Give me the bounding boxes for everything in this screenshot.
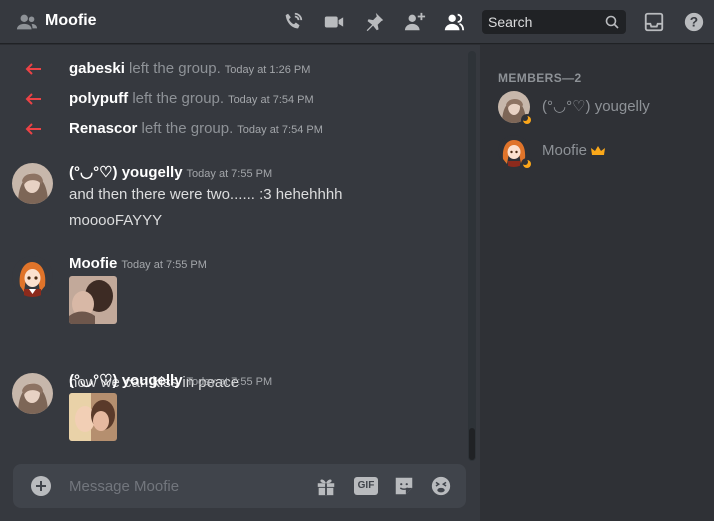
member-list-icon[interactable] bbox=[442, 10, 466, 34]
gift-icon[interactable] bbox=[314, 474, 338, 498]
video-call-icon[interactable] bbox=[322, 10, 346, 34]
member-item[interactable]: Moofie bbox=[488, 130, 706, 172]
timestamp: Today at 7:54 PM bbox=[228, 94, 314, 106]
system-message: gabeski left the group. Today at 1:26 PM bbox=[0, 57, 460, 81]
sticker-icon[interactable] bbox=[392, 474, 416, 498]
crown-icon bbox=[591, 142, 606, 155]
member-name: (°◡°♡) yougelly bbox=[542, 98, 650, 115]
avatar[interactable] bbox=[12, 163, 53, 204]
inbox-icon[interactable] bbox=[642, 10, 666, 34]
timestamp: Today at 7:55 PM bbox=[186, 376, 273, 388]
system-action: left the group. bbox=[132, 90, 225, 107]
timestamp: Today at 7:55 PM bbox=[186, 168, 273, 180]
image-attachment[interactable] bbox=[69, 276, 117, 324]
username[interactable]: Renascor bbox=[69, 120, 137, 137]
member-name: Moofie bbox=[542, 142, 588, 159]
leave-arrow-icon bbox=[24, 121, 42, 137]
scrollbar-thumb[interactable] bbox=[469, 428, 475, 460]
idle-status-icon bbox=[521, 158, 533, 170]
timestamp: Today at 1:26 PM bbox=[224, 64, 311, 76]
system-message: polypuff left the group. Today at 7:54 PM bbox=[0, 87, 460, 111]
search-icon bbox=[604, 14, 620, 30]
member-item[interactable]: (°◡°♡) yougelly bbox=[488, 86, 706, 128]
system-action: left the group. bbox=[129, 60, 221, 77]
leave-arrow-icon bbox=[24, 61, 42, 77]
username[interactable]: polypuff bbox=[69, 90, 128, 107]
channel-header: Moofie Search ? bbox=[0, 0, 714, 44]
group-dm-icon bbox=[16, 11, 38, 33]
add-friend-icon[interactable] bbox=[403, 10, 427, 34]
message-author[interactable]: (°◡°♡) yougelly bbox=[69, 164, 183, 181]
message-list[interactable]: gabeski left the group. Today at 1:26 PM … bbox=[0, 45, 480, 521]
avatar[interactable] bbox=[12, 256, 53, 297]
system-message: Renascor left the group. Today at 7:54 PM bbox=[0, 117, 460, 141]
idle-status-icon bbox=[521, 114, 533, 126]
message-author[interactable]: (°◡°♡) yougelly bbox=[69, 372, 183, 389]
gif-label: GIF bbox=[354, 477, 378, 495]
timestamp: Today at 7:54 PM bbox=[237, 124, 323, 136]
add-attachment-icon[interactable] bbox=[31, 476, 51, 496]
image-attachment[interactable] bbox=[69, 393, 117, 441]
channel-title: Moofie bbox=[45, 12, 97, 29]
leave-arrow-icon bbox=[24, 91, 42, 107]
call-icon[interactable] bbox=[281, 10, 305, 34]
search-placeholder: Search bbox=[488, 14, 533, 30]
help-icon[interactable]: ? bbox=[682, 10, 706, 34]
message-text: mooooFAYYY bbox=[69, 212, 163, 229]
username[interactable]: gabeski bbox=[69, 60, 125, 77]
timestamp: Today at 7:55 PM bbox=[121, 259, 207, 271]
message-text: and then there were two...... :3 hehehhh… bbox=[69, 186, 343, 203]
member-list: MEMBERS—2 (°◡°♡) yougelly Moofie bbox=[480, 45, 714, 521]
emoji-icon[interactable] bbox=[429, 474, 453, 498]
svg-text:?: ? bbox=[690, 15, 698, 30]
message-input[interactable] bbox=[69, 476, 309, 496]
search-box[interactable]: Search bbox=[482, 10, 626, 34]
system-action: left the group. bbox=[141, 120, 234, 137]
pin-icon[interactable] bbox=[362, 10, 386, 34]
message-composer: GIF bbox=[13, 464, 466, 508]
scrollbar-track[interactable] bbox=[468, 51, 476, 461]
avatar[interactable] bbox=[12, 373, 53, 414]
message-author[interactable]: Moofie bbox=[69, 255, 117, 272]
members-header: MEMBERS—2 bbox=[498, 71, 582, 85]
gif-button[interactable]: GIF bbox=[354, 474, 378, 498]
